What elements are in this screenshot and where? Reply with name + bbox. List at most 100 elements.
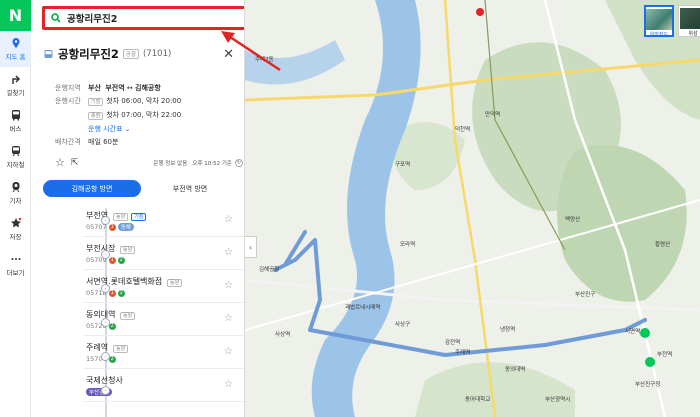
- stop-tag: 기점: [131, 213, 147, 221]
- transfer-line-badge: 1: [108, 289, 116, 297]
- transfer-line-badge: 1: [108, 256, 116, 264]
- rail-label: 지하철: [6, 161, 25, 169]
- stop-tags: 동양: [117, 244, 136, 254]
- map-label: 만덕역: [485, 112, 501, 118]
- transfer-line-badge: 동해: [117, 223, 134, 231]
- hours-weekday: 기점 첫차 06:00, 막차 20:00: [88, 95, 181, 109]
- route-node-icon: ⌄: [101, 284, 110, 293]
- route-name: 공항리무진2: [58, 47, 119, 61]
- more-icon: [11, 258, 20, 260]
- map-label: 괘법르네시떼역: [345, 305, 381, 311]
- rail-label: 저장: [9, 233, 22, 241]
- bus-icon: [44, 49, 53, 58]
- stop-tag: 동양: [113, 213, 129, 221]
- hours-label: 운행시간: [55, 97, 81, 105]
- rail-label: 버스: [9, 125, 22, 133]
- stop-tags: 동양: [110, 343, 129, 353]
- stop-favorite-star-icon[interactable]: ☆: [224, 247, 233, 258]
- rail-item-map-home[interactable]: 지도 홈: [0, 31, 31, 67]
- stop-list: 부전역 동양 기점 05707 1 동해 ☆ 부전시장 동양 05709 1 2 ☆ 서면역.롯데호텔백화…: [31, 204, 244, 402]
- direction-tabs: 김해공항 방면 부전역 방면: [43, 180, 239, 197]
- map-view[interactable]: ‹ 일반지도 위성 주례2동 주례역 서면역 부산진구 백양산 김해공항 사상구…: [245, 0, 700, 417]
- route-node-icon: ⌄: [101, 386, 110, 395]
- transfer-line-badge: 2: [117, 256, 125, 264]
- map-label: 백양산: [565, 217, 581, 223]
- map-label: 동의대역: [505, 367, 526, 373]
- rail-item-saved[interactable]: 저장: [0, 211, 31, 247]
- map-label: 감전역: [445, 340, 461, 346]
- stop-name: 서면역.롯데호텔백화점: [86, 277, 163, 286]
- area-value: 부산 부전역 ↔ 김해공항: [88, 84, 161, 92]
- stop-favorite-star-icon[interactable]: ☆: [224, 346, 233, 357]
- rail-label: 지도 홈: [5, 53, 26, 61]
- naver-logo[interactable]: N: [0, 0, 31, 31]
- rail-label: 길찾기: [6, 89, 25, 97]
- route-title-row: 공항리무진2 공항 (7101) ✕: [43, 46, 234, 62]
- stop-favorite-star-icon[interactable]: ☆: [224, 313, 233, 324]
- stop-tag: 동양: [120, 312, 136, 320]
- favorite-star-icon[interactable]: ☆: [55, 156, 65, 169]
- timetable-link[interactable]: 운행 시간표 ⌄: [88, 123, 131, 136]
- rail-item-train[interactable]: 기차: [0, 175, 31, 211]
- rail-label: 더보기: [6, 269, 25, 277]
- train-icon: [12, 182, 19, 193]
- interval-value: 매일 60분: [88, 138, 119, 146]
- route-panel: 공항리무진2 ✕ 공항리무진2 공항 (7101) ✕ 운행지역 부산 부전역 …: [31, 0, 245, 417]
- directions-icon: [11, 75, 20, 84]
- map-label: 부산진구: [575, 292, 596, 298]
- chevron-down-icon: ⌄: [124, 125, 131, 133]
- route-info: 운행지역 부산 부전역 ↔ 김해공항 운행시간 기점 첫차 06:00, 막차 2…: [55, 82, 244, 149]
- area-label: 운행지역: [55, 84, 81, 92]
- stop-name: 동의대역: [86, 310, 116, 319]
- stop-favorite-star-icon[interactable]: ☆: [224, 379, 233, 390]
- map-label: 구포역: [395, 162, 411, 168]
- rail-item-directions[interactable]: 길찾기: [0, 67, 31, 103]
- stop-sub: 05707 1 동해: [86, 223, 134, 231]
- stop-tag: 동양: [113, 345, 129, 353]
- map-canvas: [245, 0, 700, 417]
- map-label: 주례역: [455, 350, 471, 356]
- search-box[interactable]: 공항리무진2 ✕: [42, 6, 244, 30]
- stop-favorite-star-icon[interactable]: ☆: [224, 214, 233, 225]
- interval-label: 배차간격: [55, 138, 81, 146]
- left-rail: N 지도 홈 길찾기 버스 지하철 기차 저장 더보기: [0, 0, 31, 417]
- maptype-normal[interactable]: 일반지도: [644, 5, 674, 38]
- refresh-icon[interactable]: ↻: [235, 158, 243, 167]
- search-input[interactable]: 공항리무진2: [67, 11, 243, 25]
- search-icon: [51, 13, 61, 23]
- route-number: (7101): [143, 49, 172, 59]
- star-icon: [10, 217, 21, 228]
- stop-tag: 동양: [167, 279, 183, 287]
- stop-tag: 동양: [120, 246, 136, 254]
- collapse-panel-button[interactable]: ‹: [245, 236, 257, 258]
- route-node-icon: ⌄: [101, 250, 110, 259]
- map-label: 모라역: [400, 242, 416, 248]
- tab-to-bujeon[interactable]: 부전역 방면: [141, 180, 239, 197]
- stop-favorite-star-icon[interactable]: ☆: [224, 280, 233, 291]
- map-label: 부전역: [657, 352, 673, 358]
- hours-end: 종점 첫차 07:00, 막차 22:00: [88, 109, 181, 123]
- rail-item-bus[interactable]: 버스: [0, 103, 31, 139]
- map-label: 김해공항: [259, 267, 280, 273]
- map-label: 사상역: [275, 332, 291, 338]
- rail-item-subway[interactable]: 지하철: [0, 139, 31, 175]
- map-label: 부산광역시: [545, 397, 571, 403]
- map-label: 부산진구청: [635, 382, 661, 388]
- share-icon[interactable]: ⇱: [71, 158, 79, 168]
- transfer-line-badge: 2: [117, 289, 125, 297]
- update-status: 운행 정보 없음 · 오후 10:52 기준: [153, 160, 232, 167]
- route-node-icon: ⌄: [101, 216, 110, 225]
- map-label: 냉정역: [500, 327, 516, 333]
- map-label: 동아대학교: [465, 397, 491, 403]
- rail-item-more[interactable]: 더보기: [0, 247, 31, 283]
- stop-tags: 동양 기점: [110, 211, 147, 221]
- rail-label: 기차: [9, 197, 22, 205]
- annotation-arrow: [221, 31, 281, 72]
- tab-to-airport[interactable]: 김해공항 방면: [43, 180, 141, 197]
- route-node-icon: ⌄: [101, 352, 110, 361]
- map-label: 덕천역: [455, 127, 471, 133]
- transfer-line-badge: 1: [108, 223, 116, 231]
- map-label: 사상구: [395, 322, 411, 328]
- maptype-satellite[interactable]: 위성: [678, 5, 700, 37]
- stop-name: 국제선청사: [86, 376, 123, 385]
